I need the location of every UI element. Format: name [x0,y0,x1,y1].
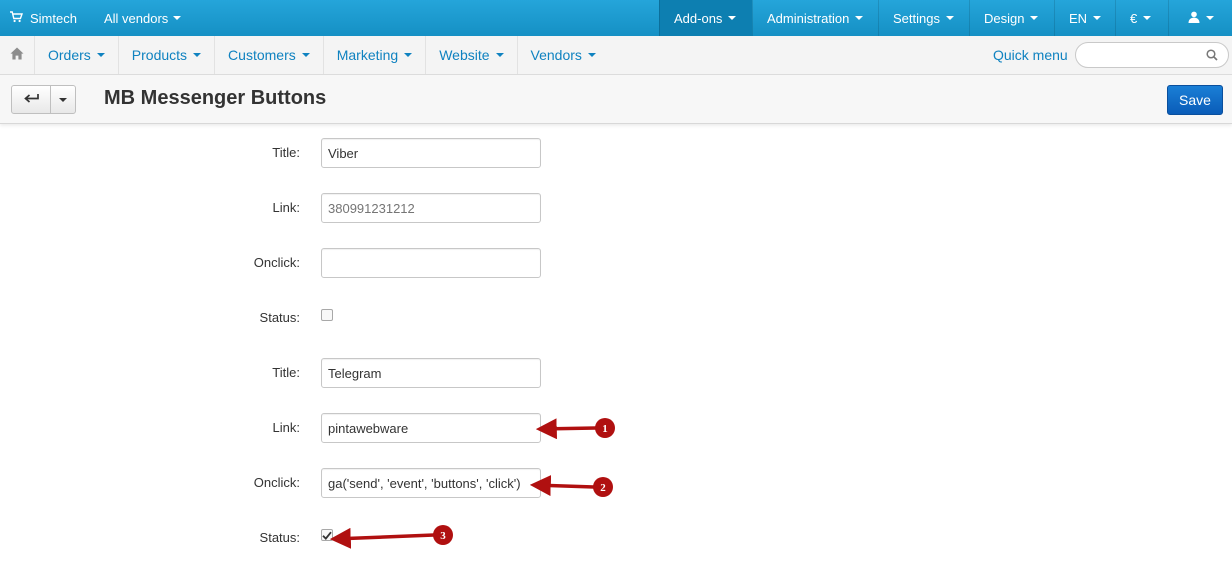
back-button-group [11,85,76,114]
search-input[interactable] [1086,46,1204,64]
brand-name: Simtech [30,10,77,26]
field-label: Link: [272,420,300,435]
chevron-down-icon [59,97,67,102]
menu-orders-label: Orders [48,47,91,63]
brand[interactable]: Simtech [10,0,77,36]
menu-vendors-label: Vendors [530,47,582,63]
menu-marketing-label: Marketing [336,47,399,63]
top-bar: Simtech All vendors Add-ons Administrati… [0,0,1232,36]
home-icon [10,47,24,63]
chevron-down-icon [301,53,310,57]
chevron-down-icon [855,16,864,20]
viber-title-input[interactable] [321,138,541,168]
telegram-onclick-row: Onclick: [0,468,700,498]
chevron-down-icon [1143,16,1152,20]
chevron-down-icon [728,16,737,20]
field-label: Onclick: [253,255,300,270]
top-nav-settings-label: Settings [893,10,940,26]
top-nav-design-label: Design [984,10,1025,26]
viber-status-checkbox[interactable] [321,309,333,321]
top-nav-language-label: EN [1069,10,1088,26]
back-arrow-icon [23,92,39,107]
menu-customers[interactable]: Customers [215,36,324,74]
chevron-down-icon [587,53,596,57]
viber-title-row: Title: [0,138,700,168]
telegram-status-row: Status: [0,523,700,553]
menu-website[interactable]: Website [426,36,518,74]
top-nav-administration[interactable]: Administration [752,0,878,36]
menu-website-label: Website [439,47,490,63]
menu-products-label: Products [131,47,188,63]
top-nav-language[interactable]: EN [1054,0,1115,36]
main-menu-bar: Orders Products Customers Marketing Webs… [0,36,1232,75]
chevron-down-icon [495,53,504,57]
chevron-down-icon [1030,16,1039,20]
vendor-switch-label: All vendors [104,10,169,26]
cart-icon [10,10,23,26]
chevron-down-icon [404,53,413,57]
chevron-down-icon [1093,16,1102,20]
field-label: Status: [259,310,300,325]
search-box [1075,42,1229,68]
top-nav-account[interactable] [1168,0,1232,36]
viber-onclick-input[interactable] [321,248,541,278]
menu-vendors[interactable]: Vendors [518,36,609,74]
top-nav-addons[interactable]: Add-ons [659,0,752,36]
back-button[interactable] [12,86,51,113]
top-nav-settings[interactable]: Settings [878,0,969,36]
home-button[interactable] [0,36,35,74]
menu-products[interactable]: Products [119,36,216,74]
save-button[interactable]: Save [1167,85,1223,115]
action-bar: MB Messenger Buttons [0,75,1232,124]
telegram-link-row: Link: [0,413,700,443]
page-title: MB Messenger Buttons [104,87,327,109]
telegram-onclick-input[interactable] [321,468,541,498]
top-nav-addons-label: Add-ons [674,10,723,26]
menu-orders[interactable]: Orders [35,36,119,74]
main-menu: Orders Products Customers Marketing Webs… [35,36,609,74]
field-label: Onclick: [253,475,300,490]
chevron-down-icon [945,16,954,20]
menu-customers-label: Customers [228,47,296,63]
field-label: Title: [272,145,300,160]
chevron-down-icon [193,53,202,57]
chevron-down-icon [173,16,182,20]
top-nav-design[interactable]: Design [969,0,1054,36]
viber-link-input[interactable] [321,193,541,223]
top-nav-currency-label: € [1130,10,1138,26]
search-icon[interactable] [1206,49,1218,64]
viber-link-row: Link: [0,193,700,223]
chevron-down-icon [1205,16,1214,20]
quick-menu-link[interactable]: Quick menu [993,36,1068,74]
telegram-title-row: Title: [0,358,700,388]
checkmark-icon [322,531,332,540]
top-nav-administration-label: Administration [767,10,850,26]
top-nav: Add-ons Administration Settings Design E… [659,0,1232,36]
field-label: Status: [259,530,300,545]
viber-onclick-row: Onclick: [0,248,700,278]
telegram-title-input[interactable] [321,358,541,388]
telegram-status-checkbox[interactable] [321,529,333,541]
vendor-switch[interactable]: All vendors [104,0,182,36]
field-label: Title: [272,365,300,380]
user-icon [1188,11,1200,26]
chevron-down-icon [96,53,105,57]
menu-marketing[interactable]: Marketing [324,36,427,74]
telegram-link-input[interactable] [321,413,541,443]
field-label: Link: [272,200,300,215]
viber-status-row: Status: [0,303,700,333]
back-dropdown-button[interactable] [51,86,75,113]
top-nav-currency[interactable]: € [1115,0,1168,36]
